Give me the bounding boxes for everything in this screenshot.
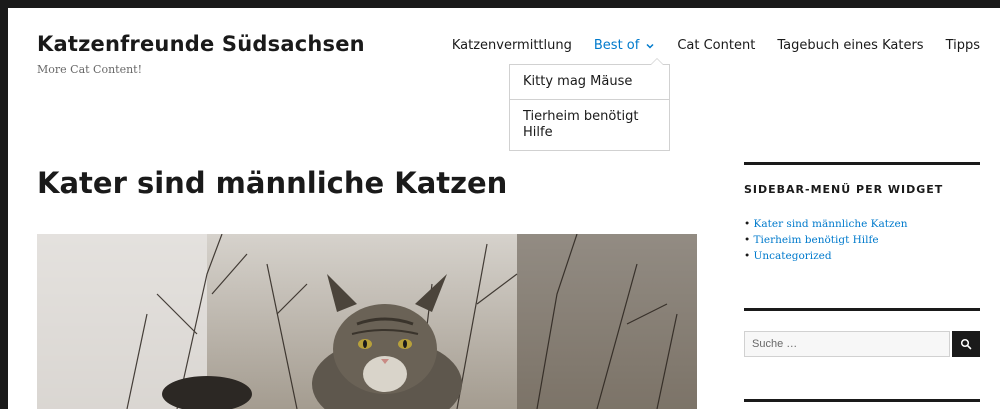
page: Katzenfreunde Südsachsen More Cat Conten… [8,8,1000,409]
list-item: Kater sind männliche Katzen [744,216,908,232]
nav-item-tipps[interactable]: Tipps [946,38,980,53]
search-input[interactable] [744,331,950,357]
main-navigation: Katzenvermittlung Best of Cat Content Ta… [452,38,980,53]
list-item: Uncategorized [744,248,907,264]
nav-item-best-of[interactable]: Best of [594,38,655,53]
sidebar-link-kater-sind-maennliche-katzen[interactable]: Kater sind männliche Katzen [754,218,908,230]
best-of-dropdown-menu: Kitty mag Mäuse Tierheim benötigt Hilfe [509,58,670,151]
nav-item-cat-content[interactable]: Cat Content [677,38,755,53]
sidebar-divider [744,399,980,402]
nav-item-best-of-label: Best of [593,38,640,53]
nav-item-tagebuch-eines-katers[interactable]: Tagebuch eines Katers [777,38,923,53]
sidebar-menu-list: Kater sind männliche Katzen Tierheim ben… [744,216,908,264]
sidebar-link-uncategorized[interactable]: Uncategorized [754,250,832,262]
chevron-down-icon [646,43,654,49]
list-item: Tierheim benötigt Hilfe [744,232,907,248]
featured-image[interactable] [37,234,697,409]
dropdown-item-tierheim-benoetigt-hilfe[interactable]: Tierheim benötigt Hilfe [510,99,669,150]
widget-title: SIDEBAR-MENÜ PER WIDGET [744,183,944,196]
site-description: More Cat Content! [37,63,143,76]
sidebar-link-tierheim-benoetigt-hilfe[interactable]: Tierheim benötigt Hilfe [754,234,879,246]
search-button[interactable] [952,331,980,357]
cat-photo-illustration [37,234,697,409]
dropdown-item-kitty-mag-maeuse[interactable]: Kitty mag Mäuse [510,65,669,99]
sidebar-divider [744,308,980,311]
post-title[interactable]: Kater sind männliche Katzen [37,166,507,200]
site-title[interactable]: Katzenfreunde Südsachsen [37,32,365,56]
search-icon [960,338,972,350]
sidebar-divider [744,162,980,165]
nav-item-katzenvermittlung[interactable]: Katzenvermittlung [452,38,572,53]
